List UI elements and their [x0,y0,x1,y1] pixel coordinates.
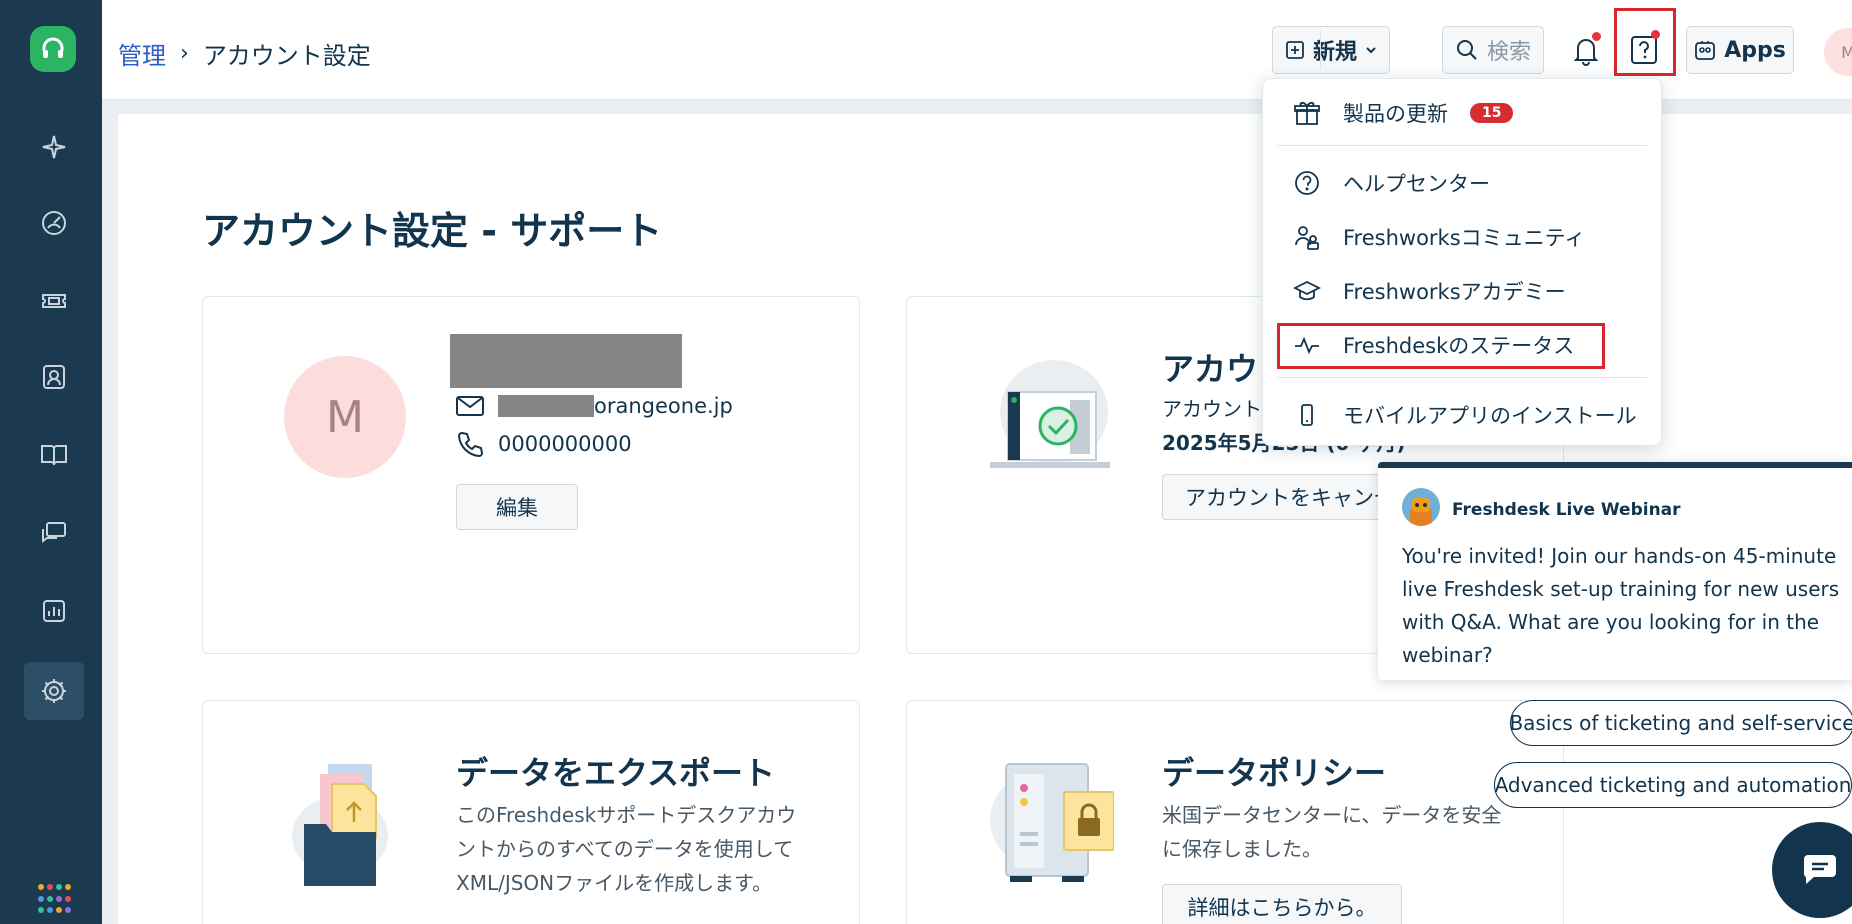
menu-item-mobile-app[interactable]: モバイルアプリのインストール [1293,395,1641,435]
gear-icon [42,679,66,703]
headset-icon [42,37,64,58]
menu-item-community[interactable]: Freshworksコミュニティ [1293,217,1641,257]
search-icon [1456,40,1477,60]
breadcrumb-link-admin[interactable]: 管理 [118,36,166,71]
breadcrumb-current: アカウント設定 [202,42,371,70]
breadcrumb-separator: › [180,41,189,66]
bar-chart-icon [43,600,65,622]
chat-icon [1803,855,1836,884]
header-divider [1320,30,1321,70]
help-highlight-box [1614,8,1676,76]
export-text-line-1: このFreshdeskサポートデスクアカウ [456,803,797,827]
mail-icon [456,396,484,416]
menu-item-help-center[interactable]: ヘルプセンター [1293,163,1641,203]
menu-item-label: Freshworksアカデミー [1343,280,1566,304]
menu-item-academy[interactable]: Freshworksアカデミー [1293,271,1641,311]
chevron-down-icon [1366,47,1376,54]
community-icon [1295,226,1319,250]
ticket-icon [42,294,66,308]
profile-phone: 0000000000 [456,430,632,458]
chat-bubbles-icon [42,522,66,543]
sidebar-item-forums[interactable] [24,504,84,562]
phone-icon [457,431,484,458]
breadcrumb: 管理 › アカウント設定 [118,36,371,71]
data-policy-card-title: データポリシー [1162,754,1387,792]
webinar-title: Freshdesk Live Webinar [1452,500,1681,520]
phone-number: 0000000000 [498,432,632,456]
book-icon [41,445,67,466]
email-suffix: orangeone.jp [594,394,733,418]
sidebar-item-admin[interactable] [24,662,84,720]
question-circle-icon [1295,171,1319,195]
sparkle-icon [42,135,66,159]
robot-icon [1410,498,1432,526]
gauge-icon [42,211,66,235]
redacted-email-user [498,395,594,417]
export-card-title: データをエクスポート [456,754,776,792]
freshdesk-logo-icon[interactable] [30,26,76,72]
sidebar-item-freddy[interactable] [24,118,84,176]
export-illustration [292,764,388,886]
sidebar-item-contacts[interactable] [24,348,84,406]
data-policy-illustration [990,763,1114,882]
policy-text-line-1: 米国データセンターに、データを安全 [1162,803,1502,827]
menu-item-label: Freshworksコミュニティ [1343,226,1586,250]
webinar-option-advanced[interactable]: Advanced ticketing and automation [1494,762,1852,808]
apps-label: Apps [1724,37,1786,63]
apps-button[interactable]: Apps [1686,26,1794,74]
profile-email: orangeone.jp [456,394,733,418]
contact-card-icon [43,365,65,389]
edit-profile-button[interactable]: 編集 [456,484,578,530]
sidebar-item-tickets[interactable] [24,272,84,330]
page-title: アカウント設定 - サポート [202,209,663,253]
policy-text-line-2: に保存しました。 [1162,837,1322,861]
search-label: 検索 [1486,40,1531,65]
webinar-popup: Freshdesk Live Webinar You're invited! J… [1378,462,1852,680]
details-button[interactable]: 詳細はこちらから。 [1162,884,1402,924]
notifications-button[interactable] [1560,26,1612,74]
apps-icon [1695,41,1716,60]
bot-avatar [1402,488,1440,526]
menu-item-label: ヘルプセンター [1343,172,1490,196]
help-dropdown-menu: 製品の更新 15 ヘルプセンター Freshworksコミュニティ Freshw… [1262,78,1662,446]
notification-dot [1592,32,1601,41]
sidebar-item-dashboard[interactable] [24,194,84,252]
menu-divider [1277,145,1647,146]
graduation-cap-icon [1293,280,1321,301]
menu-item-label: 製品の更新 [1343,102,1448,126]
updates-count-badge: 15 [1470,103,1514,123]
webinar-message: You're invited! Join our hands-on 45-min… [1402,544,1840,667]
plus-square-icon [1286,41,1304,59]
account-illustration [990,360,1110,468]
search-button[interactable]: 検索 [1442,26,1544,74]
gift-icon [1294,101,1320,125]
new-button[interactable]: 新規 [1272,26,1390,74]
export-text-line-3: XML/JSONファイルを作成します。 [456,871,773,895]
profile-avatar: M [284,356,406,478]
menu-item-label: モバイルアプリのインストール [1343,404,1637,428]
menu-item-product-updates[interactable]: 製品の更新 15 [1293,93,1641,133]
sidebar-item-reports[interactable] [24,582,84,640]
webinar-option-basics[interactable]: Basics of ticketing and self-service [1509,700,1852,746]
status-highlight-box [1277,323,1605,369]
sidebar-item-knowledge-base[interactable] [24,426,84,484]
menu-divider [1277,377,1647,378]
sidebar [0,0,102,924]
account-card-text: アカウント [1162,397,1262,421]
redacted-name [450,334,682,388]
app-switcher-icon[interactable] [38,884,71,916]
export-text-line-2: ントからのすべてのデータを使用して [456,837,794,861]
mobile-icon [1301,404,1313,426]
